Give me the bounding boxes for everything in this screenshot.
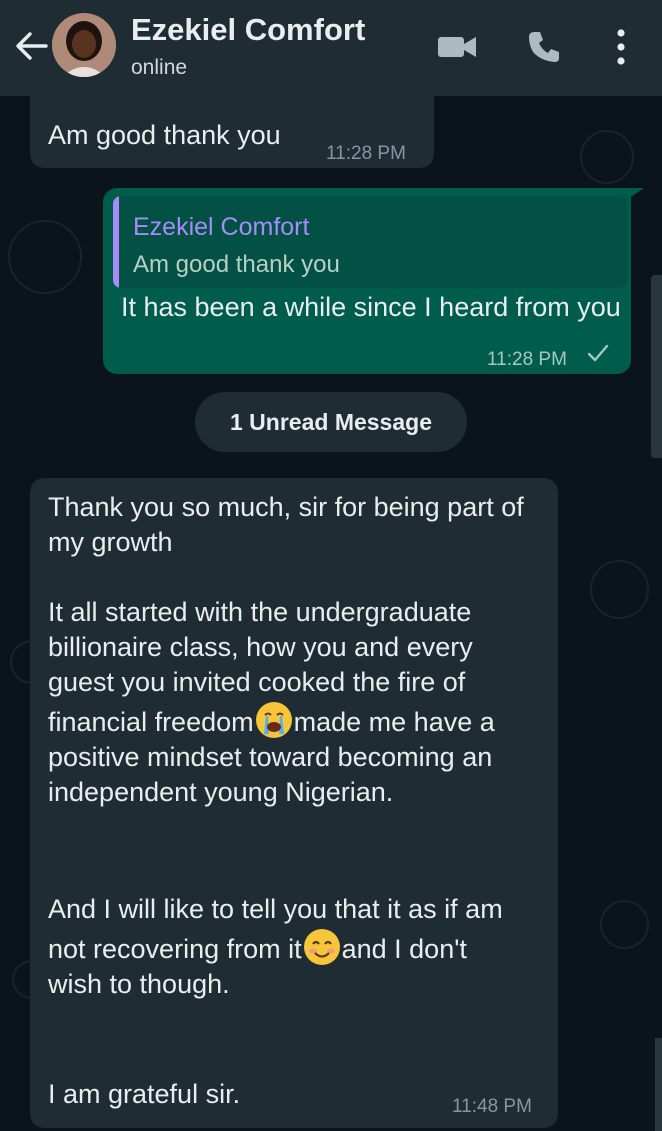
message-paragraph: It all started with the undergraduate bi… — [48, 597, 473, 697]
back-arrow-icon[interactable] — [14, 31, 48, 61]
check-icon — [587, 344, 609, 362]
message-time: 11:28 PM — [487, 349, 567, 370]
message-text: It has been a while since I heard from y… — [121, 292, 621, 322]
quote-bar — [113, 196, 119, 288]
chat-header: Ezekiel Comfort online — [0, 0, 662, 96]
more-options-icon[interactable] — [612, 28, 630, 66]
chat-screen: Ezekiel Comfort online Am good thank you… — [0, 0, 662, 1131]
message-paragraph: And I will like to tell you that it as i… — [48, 892, 518, 1002]
contact-name[interactable]: Ezekiel Comfort — [131, 12, 365, 48]
quote-author: Ezekiel Comfort — [133, 213, 310, 241]
message-text: financial freedom — [48, 707, 254, 737]
smiling-face-emoji — [303, 929, 340, 965]
scrollbar-thumb[interactable] — [655, 1038, 662, 1131]
contact-avatar[interactable] — [52, 13, 116, 77]
voice-call-icon[interactable] — [527, 30, 561, 64]
quote-text: Am good thank you — [133, 251, 340, 278]
message-paragraph: financial freedom made me have a positiv… — [48, 700, 553, 810]
message-paragraph: Thank you so much, sir for being part of… — [48, 492, 524, 557]
unread-divider: 1 Unread Message — [195, 392, 467, 452]
quoted-message[interactable]: Ezekiel Comfort Am good thank you — [113, 196, 627, 288]
outgoing-message[interactable]: Ezekiel Comfort Am good thank you It has… — [103, 188, 631, 374]
video-call-icon[interactable] — [437, 33, 477, 61]
crying-face-emoji — [255, 702, 292, 738]
message-time: 11:48 PM — [452, 1096, 532, 1117]
message-time: 11:28 PM — [326, 143, 406, 164]
contact-status: online — [131, 56, 188, 79]
message-text: Am good thank you — [48, 120, 281, 150]
scrollbar-thumb[interactable] — [651, 275, 662, 458]
avatar-photo — [52, 13, 116, 77]
incoming-message[interactable]: Thank you so much, sir for being part of… — [30, 478, 558, 1128]
